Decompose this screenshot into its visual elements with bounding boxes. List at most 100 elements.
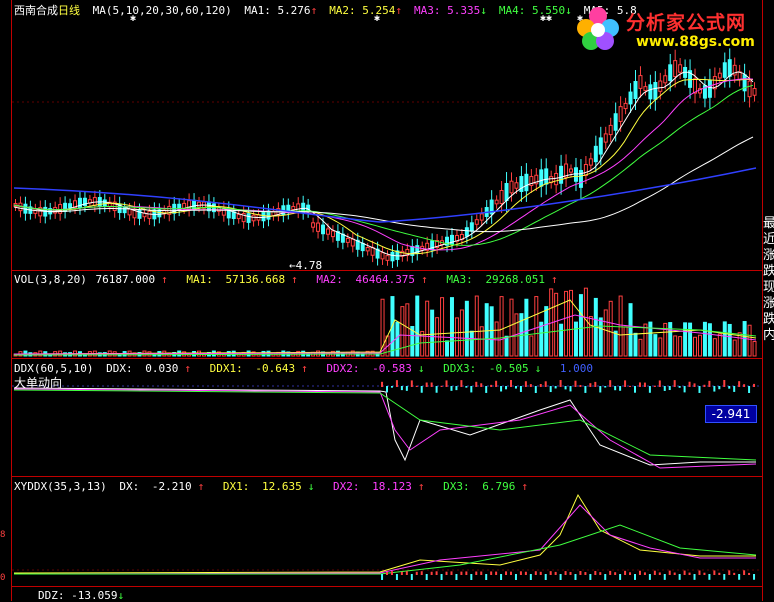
candle-body: [365, 247, 370, 252]
ddx-bar: [435, 386, 438, 393]
candle-body: [102, 199, 107, 207]
ddx-bar: [510, 380, 512, 387]
candle-body: [360, 242, 365, 252]
dx-bar: [673, 572, 676, 575]
ddx-bar: [643, 382, 646, 387]
ddx-bar: [728, 386, 731, 389]
candle-body: [613, 113, 618, 131]
dx-bar: [653, 570, 656, 575]
ddx-bar: [400, 386, 403, 391]
volume-bar: [395, 321, 400, 357]
period-label[interactable]: 日线: [58, 4, 80, 17]
ddx-bar: [673, 380, 676, 387]
volume-bar: [618, 295, 623, 357]
candle-body: [693, 78, 698, 94]
volume-bar: [459, 309, 464, 357]
dx-bar: [643, 572, 646, 575]
stock-name[interactable]: 西南合成: [14, 4, 58, 17]
candle-body: [554, 172, 559, 186]
candle-body: [385, 255, 390, 261]
volume-bar: [489, 306, 494, 357]
dx-bar: [748, 572, 751, 575]
volume-bar: [425, 300, 430, 357]
low-price-label: ←4.78: [289, 259, 323, 272]
volume-bar: [673, 335, 678, 357]
xyddx-params: XYDDX(35,3,13): [14, 480, 107, 493]
dx-bar: [470, 574, 473, 580]
volume-bar: [499, 296, 504, 357]
candle-body: [68, 203, 73, 209]
dx-bar: [683, 570, 686, 575]
dx-bar: [534, 571, 537, 575]
ddx-bar: [703, 384, 706, 387]
dx-bar: [415, 571, 418, 575]
ddx-bar: [524, 381, 527, 387]
dx2-line: [13, 504, 756, 575]
dx3-value: DX3: 6.796 ↑: [443, 480, 528, 493]
ddx-bar: [698, 386, 701, 393]
ma3-line: [13, 78, 754, 251]
dx-bar: [505, 571, 508, 575]
dx-bar: [445, 571, 448, 575]
dx-bar: [698, 570, 701, 575]
candle-body: [464, 227, 469, 237]
candle-body: [509, 180, 514, 194]
ddx-bar: [519, 386, 522, 392]
candle-body: [197, 201, 202, 208]
dx-bar: [648, 574, 651, 580]
candle-body: [643, 86, 648, 92]
ddx-bar: [663, 386, 666, 391]
dx-bar: [440, 574, 443, 580]
dx-bar: [614, 572, 617, 575]
dx-bar: [455, 574, 458, 580]
ddx-bar: [460, 380, 463, 387]
site-logo[interactable]: 分析家公式网 www.88gs.com: [572, 4, 772, 54]
volume-bar: [509, 298, 514, 357]
candle-body: [325, 228, 330, 235]
volume-bar: [688, 322, 693, 357]
volume-bar: [658, 337, 663, 357]
candle-body: [603, 133, 608, 143]
volume-bar: [603, 309, 608, 357]
volume-bar: [628, 303, 633, 357]
volume-bar: [702, 321, 707, 357]
candle-body: [33, 208, 38, 214]
ddx-bar: [390, 386, 393, 388]
volume-bar: [727, 323, 732, 357]
ddx-bar: [688, 381, 691, 387]
chart-canvas[interactable]: [0, 0, 774, 601]
volume-bar: [752, 341, 757, 357]
xyddx-header: XYDDX(35,3,13) DX: -2.210 ↑ DX1: 12.635 ↓ …: [14, 480, 540, 493]
vol-params: VOL(3,8,20): [14, 273, 87, 286]
candle-body: [390, 251, 395, 262]
dx-bar: [624, 570, 627, 575]
volume-bar: [440, 297, 445, 357]
dx-bar: [544, 574, 547, 580]
candle-body: [92, 197, 97, 206]
dx-bar: [425, 574, 428, 580]
dx-bar: [703, 572, 706, 575]
dx-bar: [450, 571, 453, 575]
ddx-bar: [589, 383, 592, 387]
candle-body: [618, 106, 623, 122]
candle-body: [608, 124, 613, 136]
ddx-bar: [544, 381, 547, 387]
dx-bar: [723, 574, 726, 580]
volume-bar: [598, 317, 603, 357]
ddx-bar: [415, 385, 418, 387]
ma-item: MA3: 5.335↓: [414, 4, 487, 17]
vol-ma3: MA3: 29268.051 ↑: [446, 273, 558, 286]
volume-bar: [474, 295, 479, 357]
dx-bar: [475, 571, 478, 575]
ddx-bar: [668, 386, 671, 391]
ddx-bar: [559, 380, 562, 387]
dx-bar: [564, 571, 567, 575]
dx-bar: [495, 571, 498, 575]
volume-bar: [732, 339, 737, 357]
candle-body: [469, 222, 474, 232]
volume-bar: [529, 335, 534, 357]
candle-body: [663, 75, 668, 84]
vol-ma2: MA2: 46464.375 ↑: [316, 273, 428, 286]
candle-body: [246, 213, 251, 223]
ddx2-value: DDX2: -0.583 ↓: [326, 362, 425, 375]
